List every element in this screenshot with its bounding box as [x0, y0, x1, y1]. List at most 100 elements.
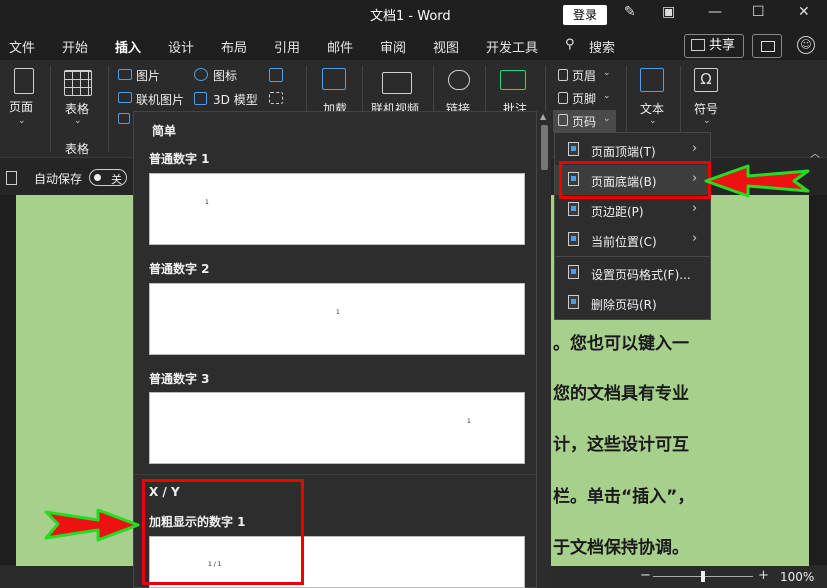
gallery-preview-plain-number-3[interactable]: 1	[149, 392, 525, 464]
document-icon	[6, 171, 17, 185]
tab-design[interactable]: 设计	[168, 37, 194, 56]
picture-icon	[118, 69, 132, 80]
gallery-preview-plain-number-1[interactable]: 1	[149, 173, 525, 245]
remove-page-number-icon	[568, 295, 579, 309]
toggle-knob	[94, 174, 101, 181]
tab-file[interactable]: 文件	[9, 37, 35, 56]
document-text-line: 栏。单击“插入”，	[553, 487, 695, 507]
close-button[interactable]: ✕	[798, 4, 810, 20]
menu-item-format-page-numbers[interactable]: 设置页码格式(F)...	[555, 258, 710, 288]
menu-item-remove-page-numbers[interactable]: 删除页码(R)	[555, 288, 710, 318]
icons-icon	[194, 68, 208, 81]
online-video-icon[interactable]	[382, 72, 412, 94]
zoom-in-button[interactable]: +	[758, 568, 769, 583]
pointer-arrow-icon	[704, 164, 810, 198]
tab-view[interactable]: 视图	[433, 37, 459, 56]
zoom-level[interactable]: 100%	[780, 570, 814, 584]
ribbon-separator	[108, 66, 109, 152]
menu-item-label: 删除页码(R)	[591, 298, 657, 312]
tab-search[interactable]: 搜索	[589, 37, 615, 56]
chevron-down-icon[interactable]: ⌄	[703, 116, 711, 126]
table-button[interactable]: 表格	[65, 100, 89, 117]
tab-developer[interactable]: 开发工具	[486, 37, 538, 56]
shapes-icon[interactable]	[118, 113, 130, 124]
gallery-scrollbar[interactable]: ▲	[537, 111, 551, 588]
tab-home[interactable]: 开始	[62, 37, 88, 56]
page-icon	[568, 232, 579, 246]
window-title: 文档1 - Word	[370, 9, 451, 24]
picture-button[interactable]: 图片	[136, 67, 160, 84]
menu-item-label: 当前位置(C)	[591, 235, 657, 249]
page-icon[interactable]	[14, 68, 34, 94]
chevron-right-icon: ›	[692, 231, 698, 246]
gallery-preview-plain-number-2[interactable]: 1	[149, 283, 525, 355]
minimize-button[interactable]: —	[708, 4, 722, 20]
format-page-number-icon	[568, 265, 579, 279]
chart-icon[interactable]	[269, 68, 283, 82]
screenshot-icon[interactable]	[269, 92, 283, 104]
online-picture-button[interactable]: 联机图片	[136, 91, 184, 108]
scroll-up-icon[interactable]: ▲	[540, 112, 546, 121]
chevron-down-icon[interactable]: ⌄	[649, 116, 657, 126]
highlight-box-bottom-of-page	[559, 161, 711, 199]
gallery-item-label: 普通数字 2	[149, 262, 210, 276]
menu-item-label: 页面顶端(T)	[591, 145, 656, 159]
pen-icon[interactable]: ✎	[624, 4, 636, 20]
table-icon[interactable]	[64, 70, 92, 96]
tab-layout[interactable]: 布局	[221, 37, 247, 56]
autosave-label: 自动保存	[34, 172, 83, 186]
comment-icon[interactable]	[500, 70, 526, 90]
omega-symbol-icon[interactable]: Ω	[694, 68, 718, 92]
footer-icon	[558, 92, 568, 104]
menu-item-page-margins[interactable]: 页边距(P) ›	[555, 195, 710, 225]
menu-item-current-position[interactable]: 当前位置(C) ›	[555, 225, 710, 255]
header-button[interactable]: 页眉	[572, 67, 596, 84]
tab-references[interactable]: 引用	[274, 37, 300, 56]
footer-button[interactable]: 页脚	[572, 90, 596, 107]
gallery-divider	[134, 474, 536, 475]
comments-button[interactable]	[752, 34, 782, 58]
text-box-icon[interactable]	[640, 68, 664, 92]
preview-number: 1	[205, 199, 209, 206]
page-icon	[568, 142, 579, 156]
login-button[interactable]: 登录	[563, 5, 607, 25]
share-button[interactable]: 共享	[684, 34, 744, 58]
document-text-line: 您的文档具有专业	[553, 384, 689, 404]
feedback-smiley-icon[interactable]: ☺	[797, 36, 815, 54]
addins-icon[interactable]	[322, 68, 346, 90]
3d-model-button[interactable]: 3D 模型	[213, 91, 258, 108]
document-text-line: 于文档保持协调。	[553, 538, 689, 558]
zoom-out-button[interactable]: −	[640, 568, 651, 583]
gallery-section-simple: 简单	[152, 124, 177, 138]
search-icon[interactable]: ⚲	[565, 37, 575, 52]
link-icon[interactable]	[448, 70, 470, 90]
3d-model-icon	[194, 92, 207, 105]
highlight-box-bold-number	[142, 479, 304, 585]
tab-insert[interactable]: 插入	[115, 37, 142, 63]
menu-item-label: 页边距(P)	[591, 205, 644, 219]
scrollbar-thumb[interactable]	[541, 125, 548, 170]
icons-button[interactable]: 图标	[213, 67, 237, 84]
page-button[interactable]: 页面	[9, 98, 33, 115]
maximize-button[interactable]: ☐	[752, 4, 765, 20]
chevron-down-icon[interactable]: ⌄	[603, 114, 611, 124]
gallery-item-label: 普通数字 1	[149, 152, 210, 166]
preview-number: 1	[467, 418, 471, 425]
chevron-down-icon[interactable]: ⌄	[18, 116, 26, 126]
chevron-down-icon[interactable]: ⌄	[74, 116, 82, 126]
collapse-ribbon-icon[interactable]: ︿	[810, 145, 820, 160]
zoom-slider-thumb[interactable]	[701, 571, 705, 582]
tab-review[interactable]: 审阅	[380, 37, 406, 56]
text-button[interactable]: 文本	[640, 100, 664, 117]
chevron-right-icon: ›	[692, 141, 698, 156]
ribbon-display-icon[interactable]: ▣	[662, 4, 675, 20]
header-icon	[558, 69, 568, 81]
toggle-state: 关	[111, 173, 122, 186]
online-picture-icon	[118, 92, 132, 103]
autosave-toggle[interactable]: 关	[89, 169, 127, 186]
page-number-button[interactable]: 页码	[572, 113, 596, 130]
symbol-button[interactable]: 符号	[694, 100, 718, 117]
chevron-down-icon[interactable]: ⌄	[603, 68, 611, 78]
tab-mailings[interactable]: 邮件	[327, 37, 353, 56]
chevron-down-icon[interactable]: ⌄	[603, 91, 611, 101]
